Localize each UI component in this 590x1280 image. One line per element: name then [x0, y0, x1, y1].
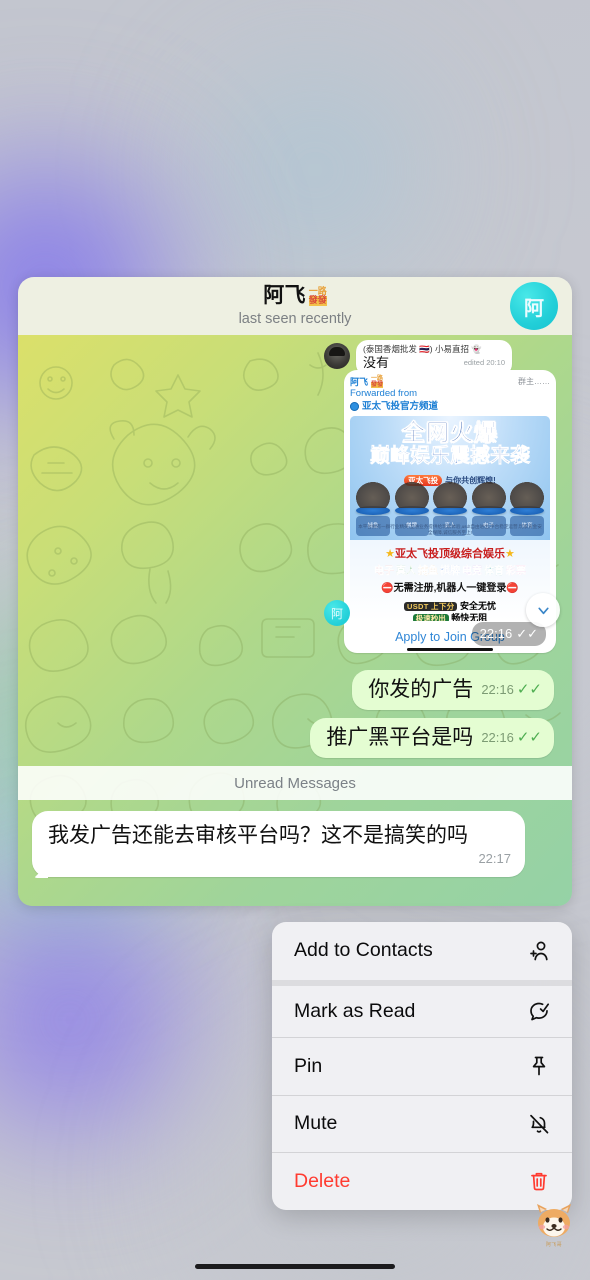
chat-header[interactable]: 阿飞 一路 發發 last seen recently 阿 — [18, 277, 572, 335]
image-caption-bar — [407, 648, 493, 652]
ad-headline-secondary: 巅峰娱乐震撼来袭 — [370, 445, 531, 468]
star-icon-left: ★ — [385, 548, 395, 561]
chat-preview-card[interactable]: 阿飞 一路 發發 last seen recently 阿 (泰国香烟批发 🇹🇭… — [18, 277, 572, 906]
stop-icon-right: ⛔ — [506, 583, 519, 595]
forwarded-timestamp: 22:16 — [479, 626, 513, 642]
advertisement-image[interactable]: 全网火爆 巅峰娱乐震撼来袭 亚太飞投 与你共创辉煌! 捕鱼 棋牌 真人 电子 体育 本平台… — [350, 416, 550, 622]
forwarded-sender-badge: 一路 發發 — [371, 376, 384, 389]
ad-line-6: 放心赢 👍 放心提 — [350, 620, 550, 621]
outgoing-message-text-1: 你发的广告 — [368, 678, 474, 701]
chat-check-icon — [526, 998, 552, 1024]
watermark-caption: 阿飞哥 — [545, 1241, 563, 1248]
ad-category-tag: 棋牌 — [440, 566, 460, 578]
ad-fine-print: 本平台拥有一群行业精英,互通业务提供给玩家体验,usdt自由进出,平台稳定运营,… — [358, 524, 542, 536]
add-person-icon — [526, 938, 552, 964]
page-title: 阿飞 — [263, 284, 306, 307]
pin-icon — [526, 1053, 552, 1079]
context-menu-item-add-to-contacts[interactable]: Add to Contacts — [272, 922, 572, 980]
forwarded-time-pill: 22:16 ✓✓ — [471, 622, 546, 647]
ad-category-tag: 电子 — [374, 566, 394, 578]
chevron-down-icon — [537, 607, 549, 614]
read-ticks-icon-1: ✓✓ — [516, 681, 542, 698]
context-menu-item-mark-as-read[interactable]: Mark as Read — [272, 979, 572, 1038]
forwarded-owner-label: 群主…… — [518, 377, 550, 387]
outgoing-timestamp-1: 22:16 — [481, 682, 514, 697]
outgoing-message-bubble-1[interactable]: 你发的广告 22:16 ✓✓ — [352, 670, 554, 710]
ad-character-figure — [510, 482, 544, 509]
outgoing-meta-1: 22:16 ✓✓ — [481, 680, 542, 703]
trash-icon — [526, 1168, 552, 1194]
globe-icon — [350, 402, 359, 412]
context-menu-item-label: Mark as Read — [294, 999, 416, 1022]
ad-headline-primary: 全网火爆 — [402, 419, 498, 446]
context-menu-item-label: Mute — [294, 1112, 338, 1135]
context-menu[interactable]: Add to Contacts Mark as Read Pin Mute Delete — [272, 922, 572, 1210]
shiba-dog-icon — [537, 1203, 571, 1237]
stop-icon-left: ⛔ — [381, 583, 394, 595]
home-indicator[interactable] — [195, 1264, 395, 1269]
chat-status-subtitle: last seen recently — [238, 311, 352, 327]
avatar[interactable]: 阿 — [510, 282, 558, 330]
context-menu-item-label: Add to Contacts — [294, 939, 433, 962]
avatar-sender-photo[interactable] — [324, 343, 350, 369]
scroll-to-bottom-button[interactable] — [526, 593, 560, 627]
incoming-message-text-last: 我发广告还能去审核平台吗？这不是搞笑的吗 — [48, 824, 468, 847]
screen-root: 阿飞 一路 發發 last seen recently 阿 (泰国香烟批发 🇹🇭… — [0, 0, 590, 1280]
title-badge-bottom: 發發 — [308, 295, 327, 306]
title-badge: 一路 發發 — [308, 286, 327, 306]
ad-category-tag: 捕鱼 — [418, 566, 438, 578]
unread-messages-divider: Unread Messages — [18, 766, 572, 800]
forwarded-from-label: Forwarded from — [350, 388, 418, 400]
ad-category-tag: 真人 — [396, 566, 416, 578]
forwarded-message-bubble[interactable]: 阿飞 一路 發發 群主…… Forwarded from 亚太飞投官方频道 全网… — [344, 370, 556, 654]
read-ticks-icon: ✓✓ — [516, 626, 538, 642]
avatar-small[interactable]: 阿 — [324, 600, 350, 626]
ad-character-figure — [471, 482, 506, 509]
forwarded-channel-name: 亚太飞投官方频道 — [362, 401, 439, 413]
forwarded-channel-row[interactable]: 亚太飞投官方频道 — [350, 400, 550, 413]
ad-character-figure — [394, 482, 429, 509]
chat-body: (泰国香烟批发 🇹🇭) 小易直招 👻 没有 edited 20:10 阿飞 一路… — [18, 335, 572, 906]
ad-line-1: ★亚太飞投顶级综合娱乐★ — [385, 548, 515, 561]
forwarded-sender-name: 阿飞 — [350, 377, 369, 388]
outgoing-meta-2: 22:16 ✓✓ — [481, 728, 542, 751]
context-menu-item-mute[interactable]: Mute — [272, 1094, 572, 1153]
ad-category-tag: 电竞 — [462, 566, 482, 578]
outgoing-message-bubble-2[interactable]: 推广黑平台是吗 22:16 ✓✓ — [310, 718, 554, 758]
star-icon-right: ★ — [505, 548, 515, 561]
context-menu-item-pin[interactable]: Pin — [272, 1037, 572, 1095]
bell-slash-icon — [526, 1111, 552, 1137]
incoming-timestamp-last: 22:17 — [478, 851, 511, 866]
ad-category-tag: 体育 — [484, 566, 504, 578]
forwarded-sender-row: 阿飞 一路 發發 群主…… — [350, 376, 550, 389]
context-menu-item-label: Pin — [294, 1054, 323, 1077]
incoming-message-bubble-last[interactable]: 我发广告还能去审核平台吗？这不是搞笑的吗 22:17 — [32, 811, 525, 877]
ad-character-figure — [433, 482, 467, 509]
watermark: 阿飞哥 — [526, 1196, 582, 1252]
chat-title-row: 阿飞 一路 發發 — [263, 283, 327, 309]
message-list: (泰国香烟批发 🇹🇭) 小易直招 👻 没有 edited 20:10 阿飞 一路… — [18, 335, 572, 906]
outgoing-timestamp-2: 22:16 — [481, 730, 514, 745]
outgoing-message-text-2: 推广黑平台是吗 — [326, 726, 474, 749]
ad-category-tag: 彩票 — [506, 566, 526, 578]
ad-character-figure — [356, 482, 390, 509]
context-menu-item-label: Delete — [294, 1169, 351, 1192]
read-ticks-icon-2: ✓✓ — [516, 729, 542, 746]
